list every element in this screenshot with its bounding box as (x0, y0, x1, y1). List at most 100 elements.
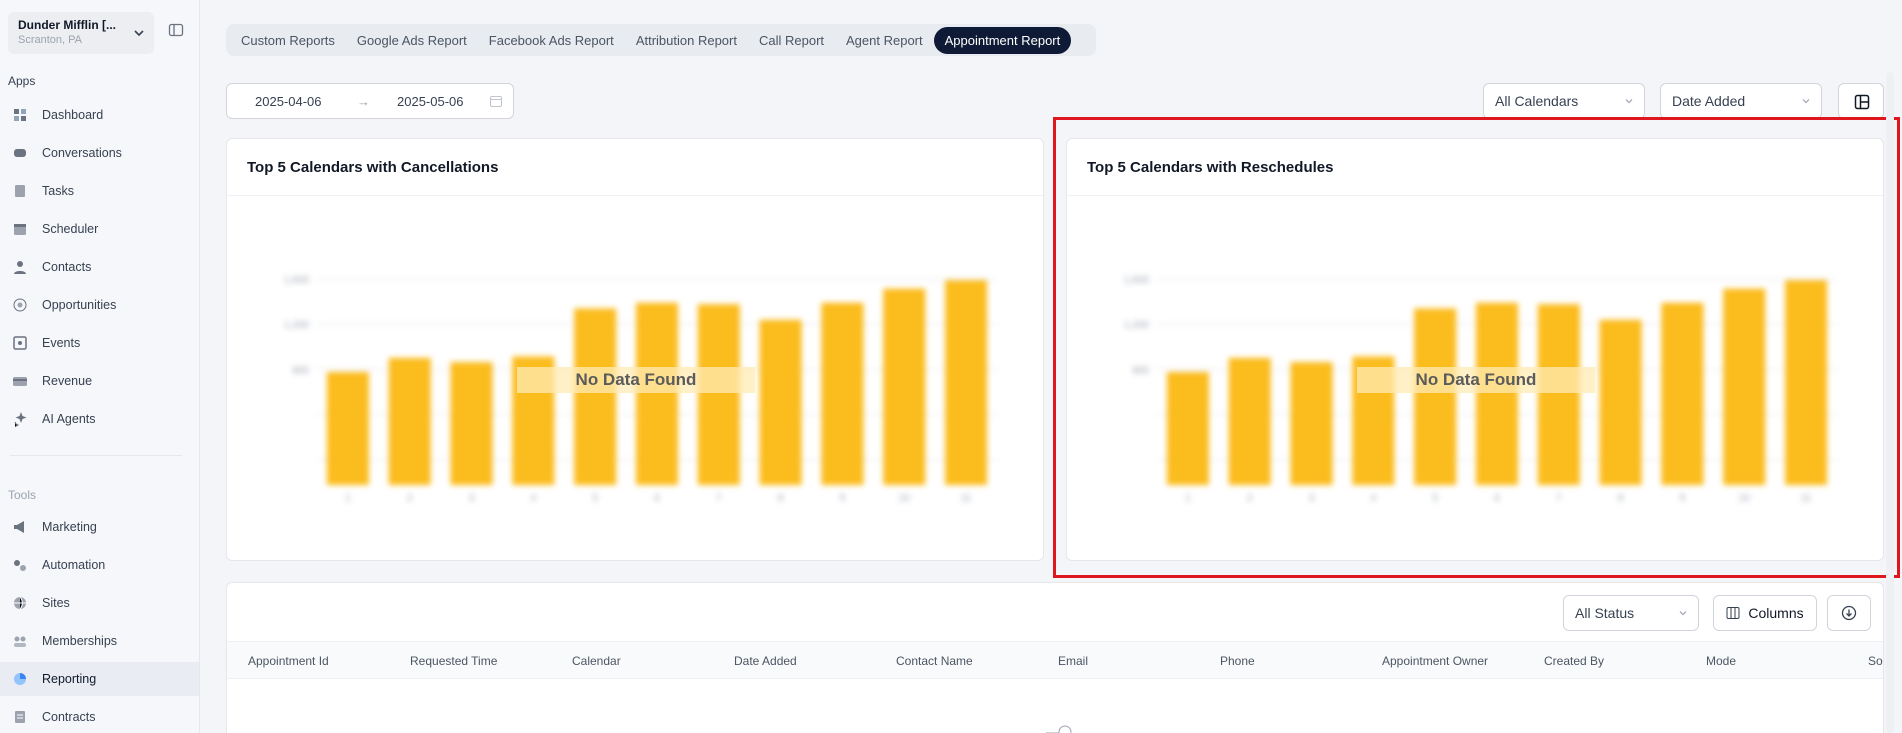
sidebar-item-label: Tasks (42, 184, 74, 198)
location-switcher[interactable]: Dunder Mifflin [... Scranton, PA (8, 12, 154, 54)
column-header[interactable]: Calendar (572, 654, 621, 668)
bar (1537, 304, 1580, 485)
sidebar-item-ai-agents[interactable]: AI Agents (0, 402, 199, 436)
column-header[interactable]: Created By (1544, 654, 1604, 668)
column-header[interactable]: Appointment Id (248, 654, 329, 668)
column-header[interactable]: Phone (1220, 654, 1255, 668)
events-icon (12, 335, 28, 351)
sidebar-item-automation[interactable]: Automation (0, 548, 199, 582)
x-tick-label: 8 (778, 493, 784, 504)
y-tick-label: 1,600 (1124, 275, 1149, 286)
bar (1228, 357, 1271, 485)
x-tick-label: 10 (899, 493, 911, 504)
x-tick-label: 4 (531, 493, 537, 504)
x-tick-label: 6 (654, 493, 660, 504)
bar (1723, 288, 1766, 485)
sidebar-item-label: Automation (42, 558, 106, 572)
columns-button[interactable]: Columns (1713, 595, 1817, 631)
columns-label: Columns (1748, 605, 1804, 621)
x-tick-label: 10 (1739, 493, 1751, 504)
y-tick-label: 1,600 (284, 275, 309, 286)
tab-google-ads-report[interactable]: Google Ads Report (346, 27, 478, 54)
x-tick-label: 11 (1801, 493, 1812, 504)
dashboard-icon (12, 107, 28, 123)
table-header-row: Appointment Id Requested Time Calendar Date… (227, 641, 1883, 679)
sidebar-item-label: Contacts (42, 260, 92, 274)
x-tick-label: 11 (961, 493, 972, 504)
layout-toggle-button[interactable] (1838, 83, 1884, 119)
sidebar-item-tasks[interactable]: Tasks (0, 174, 199, 208)
x-tick-label: 3 (1309, 493, 1315, 504)
sidebar-item-label: Conversations (42, 146, 122, 160)
sidebar-item-label: Reporting (42, 672, 97, 686)
tab-appointment-report[interactable]: Appointment Report (933, 26, 1072, 54)
date-range-picker[interactable]: 2025-04-06 → 2025-05-06 (226, 83, 514, 119)
card-divider (1067, 195, 1883, 196)
y-tick-label: 800 (292, 365, 309, 376)
tab-attribution-report[interactable]: Attribution Report (625, 27, 748, 54)
sidebar-item-label: Marketing (42, 520, 97, 534)
sidebar-item-conversations[interactable]: Conversations (0, 136, 199, 170)
sidebar-item-memberships[interactable]: Memberships (0, 624, 199, 658)
page-scrollbar[interactable] (1886, 72, 1894, 733)
sidebar-item-contracts[interactable]: Contracts (0, 700, 199, 733)
x-tick-label: 1 (345, 493, 351, 504)
bar (326, 372, 369, 485)
sidebar-item-sites[interactable]: Sites (0, 586, 199, 620)
date-type-select[interactable]: Date Added (1660, 83, 1822, 119)
x-tick-label: 5 (1432, 493, 1438, 504)
x-tick-label: 6 (1494, 493, 1500, 504)
sidebar-toggle-icon[interactable] (168, 22, 184, 38)
sidebar-item-label: Dashboard (42, 108, 104, 122)
sidebar-item-reporting[interactable]: Reporting (0, 662, 199, 696)
sidebar-item-contacts[interactable]: Contacts (0, 250, 199, 284)
x-tick-label: 4 (1371, 493, 1377, 504)
document-icon (12, 709, 28, 725)
x-tick-label: 8 (1618, 493, 1624, 504)
column-header[interactable]: Contact Name (896, 654, 973, 668)
sidebar-item-scheduler[interactable]: Scheduler (0, 212, 199, 246)
location-sub: Scranton, PA (18, 34, 82, 46)
tasks-icon (12, 183, 28, 199)
calendar-filter-select[interactable]: All Calendars (1483, 83, 1645, 119)
opportunities-icon (12, 297, 28, 313)
date-start[interactable]: 2025-04-06 (255, 94, 322, 109)
empty-state-icon (1045, 725, 1072, 733)
column-header[interactable]: Requested Time (410, 654, 497, 668)
sidebar-item-events[interactable]: Events (0, 326, 199, 360)
sidebar-item-revenue[interactable]: Revenue (0, 364, 199, 398)
status-filter-value: All Status (1575, 605, 1635, 621)
chevron-down-icon (1625, 99, 1633, 104)
tab-agent-report[interactable]: Agent Report (835, 27, 934, 54)
x-tick-label: 1 (1185, 493, 1191, 504)
card-title: Top 5 Calendars with Cancellations (247, 159, 499, 176)
bar (945, 280, 988, 485)
tab-call-report[interactable]: Call Report (748, 27, 835, 54)
column-header[interactable]: So (1868, 654, 1883, 668)
download-button[interactable] (1827, 595, 1871, 631)
column-header[interactable]: Appointment Owner (1382, 654, 1488, 668)
sidebar-item-opportunities[interactable]: Opportunities (0, 288, 199, 322)
y-tick-label: 1,200 (284, 320, 309, 331)
chevron-down-icon (1679, 611, 1687, 616)
date-end[interactable]: 2025-05-06 (397, 94, 464, 109)
cancellations-card: Top 5 Calendars with Cancellations 800 1,… (226, 138, 1044, 561)
column-header[interactable]: Email (1058, 654, 1088, 668)
bar (574, 308, 617, 485)
status-filter-select[interactable]: All Status (1563, 595, 1699, 631)
sidebar-item-label: Sites (42, 596, 70, 610)
x-tick-label: 9 (1680, 493, 1686, 504)
bar (759, 319, 802, 485)
sidebar: Dunder Mifflin [... Scranton, PA Apps Da… (0, 0, 200, 733)
tab-facebook-ads-report[interactable]: Facebook Ads Report (478, 27, 625, 54)
pie-icon (12, 671, 28, 687)
location-name: Dunder Mifflin [... (18, 18, 116, 32)
column-header[interactable]: Date Added (734, 654, 797, 668)
sidebar-item-marketing[interactable]: Marketing (0, 510, 199, 544)
x-tick-label: 9 (840, 493, 846, 504)
tab-custom-reports[interactable]: Custom Reports (230, 27, 346, 54)
sidebar-item-dashboard[interactable]: Dashboard (0, 98, 199, 132)
calendar-filter-value: All Calendars (1495, 93, 1579, 109)
x-tick-label: 2 (407, 493, 413, 504)
column-header[interactable]: Mode (1706, 654, 1736, 668)
